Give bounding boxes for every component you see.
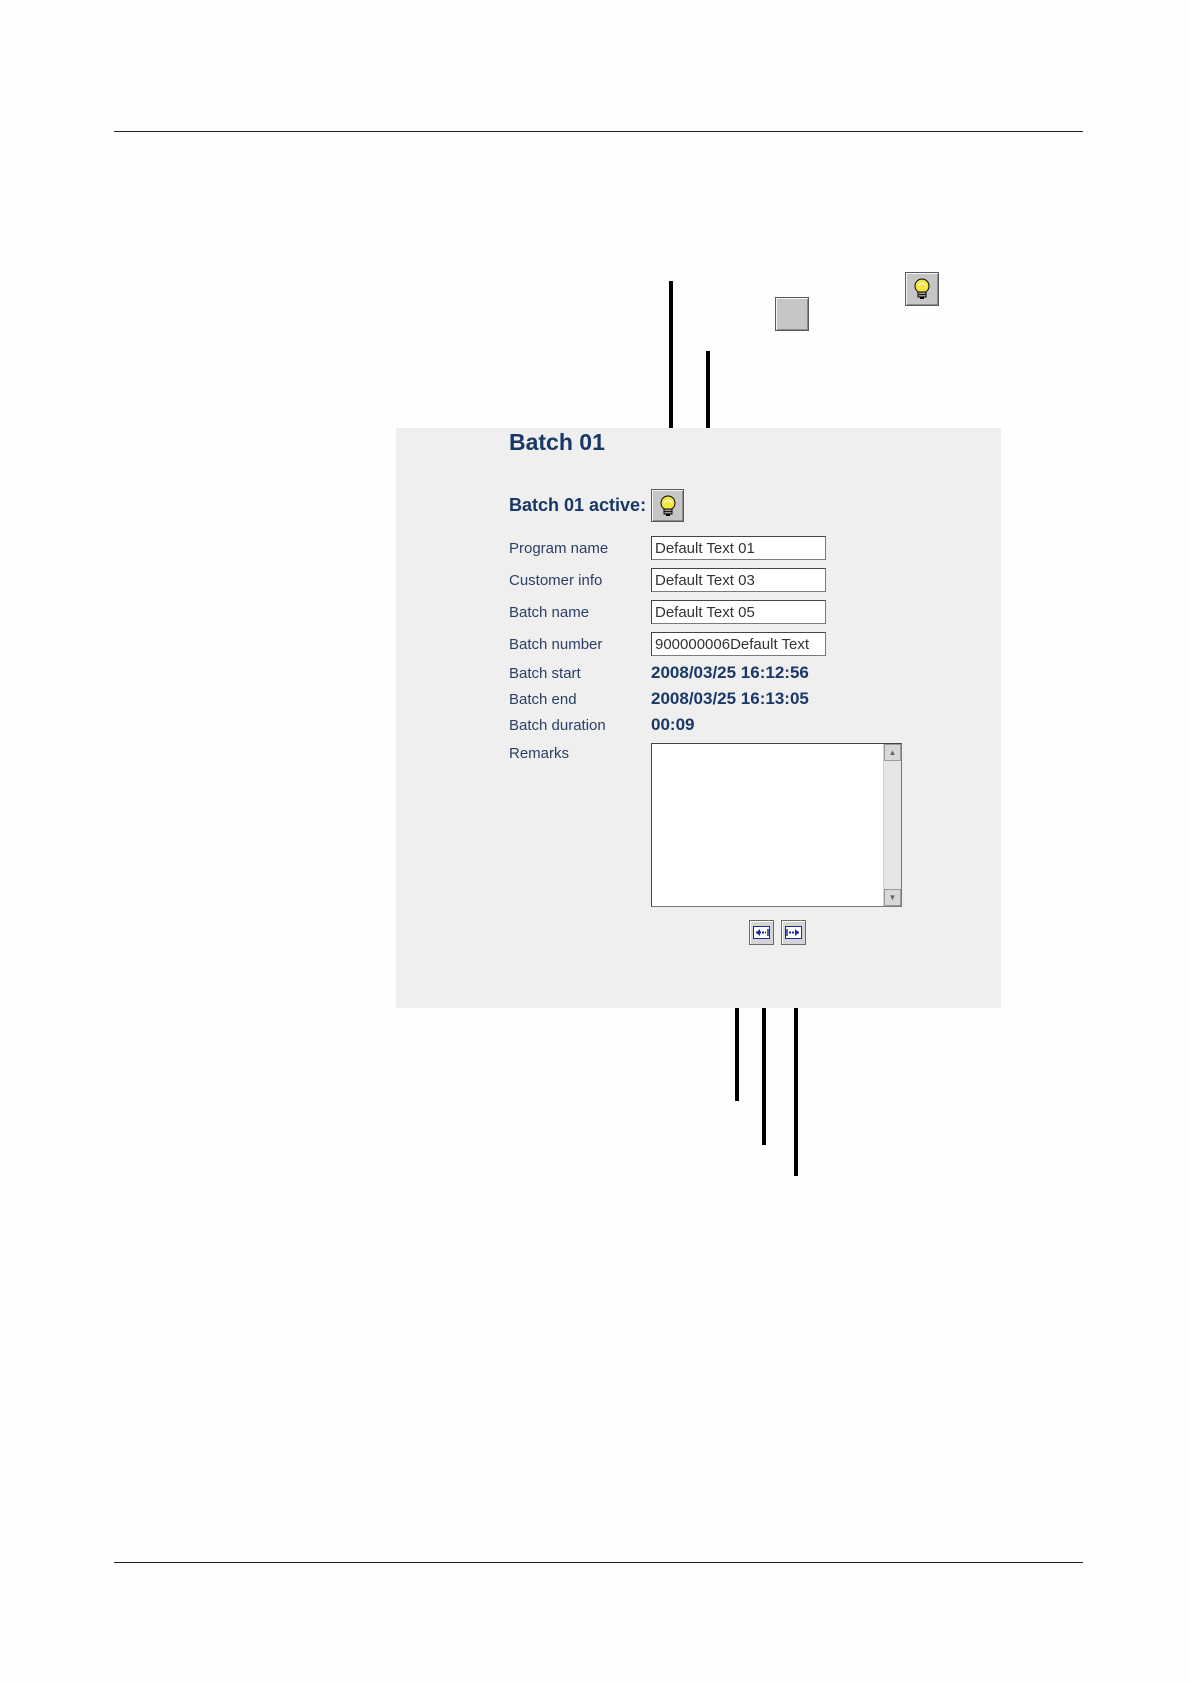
customer-info-label: Customer info <box>509 572 603 589</box>
header-rule <box>114 131 1083 132</box>
batch-duration-label: Batch duration <box>509 717 606 734</box>
batch-active-toggle-button[interactable] <box>651 489 684 522</box>
arrow-left-icon <box>753 926 770 939</box>
page-title: Batch 01 <box>509 429 605 455</box>
batch-duration-value: 00:09 <box>651 715 695 734</box>
batch-panel: Batch 01 Batch 01 active: Program name C… <box>396 428 1001 1008</box>
batch-number-label: Batch number <box>509 636 603 653</box>
arrow-right-icon <box>785 926 802 939</box>
remarks-scrollbar[interactable]: ▲ ▼ <box>883 744 901 906</box>
legend-lamp-on-button <box>905 272 939 306</box>
batch-name-label: Batch name <box>509 604 590 621</box>
legend-lamp-off-button <box>775 297 809 331</box>
remarks-label: Remarks <box>509 745 570 762</box>
batch-name-input[interactable] <box>651 600 826 624</box>
batch-end-label: Batch end <box>509 691 577 708</box>
scroll-up-icon[interactable]: ▲ <box>884 744 901 761</box>
batch-start-value: 2008/03/25 16:12:56 <box>651 663 809 682</box>
lightbulb-icon <box>914 278 930 299</box>
batch-number-input[interactable] <box>651 632 826 656</box>
scroll-down-icon[interactable]: ▼ <box>884 889 901 906</box>
customer-info-input[interactable] <box>651 568 826 592</box>
footer-rule <box>114 1562 1083 1563</box>
next-batch-button[interactable] <box>781 920 806 945</box>
program-name-label: Program name <box>509 540 609 557</box>
batch-active-label: Batch 01 active: <box>509 495 647 515</box>
batch-start-label: Batch start <box>509 665 581 682</box>
program-name-input[interactable] <box>651 536 826 560</box>
remarks-textarea[interactable]: ▲ ▼ <box>651 743 902 907</box>
batch-end-value: 2008/03/25 16:13:05 <box>651 689 809 708</box>
lightbulb-icon <box>660 495 675 516</box>
previous-batch-button[interactable] <box>749 920 774 945</box>
